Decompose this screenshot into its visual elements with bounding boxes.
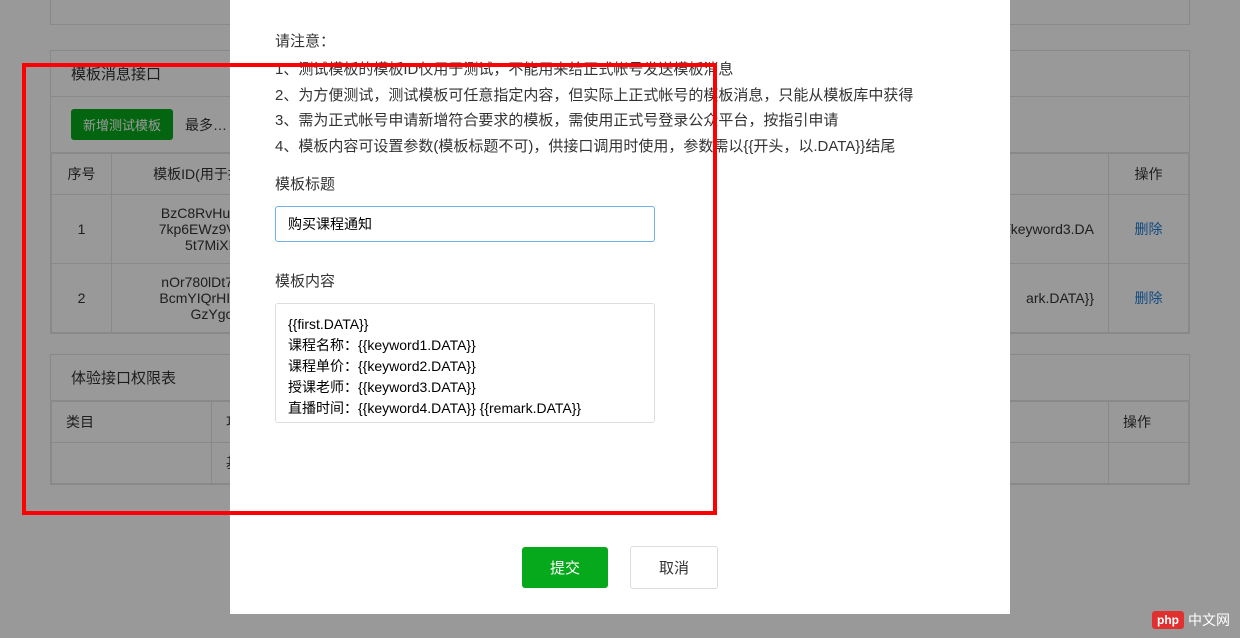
add-template-modal: 请注意： 1、测试模板的模板ID仅用于测试，不能用来给正式帐号发送模板消息 2、…	[230, 0, 1010, 614]
notice-item: 3、需为正式帐号申请新增符合要求的模板，需使用正式号登录公众平台，按指引申请	[275, 108, 965, 134]
notice-heading: 请注意：	[275, 30, 965, 51]
notice-item: 4、模板内容可设置参数(模板标题不可)，供接口调用时使用，参数需以{{开头，以.…	[275, 134, 965, 160]
modal-actions: 提交 取消	[275, 546, 965, 589]
template-title-label: 模板标题	[275, 173, 965, 194]
notice-list: 1、测试模板的模板ID仅用于测试，不能用来给正式帐号发送模板消息 2、为方便测试…	[275, 57, 965, 159]
template-content-textarea[interactable]	[275, 303, 655, 423]
submit-button[interactable]: 提交	[522, 547, 608, 588]
cancel-button[interactable]: 取消	[630, 546, 718, 589]
watermark-badge: php	[1152, 611, 1184, 629]
notice-item: 1、测试模板的模板ID仅用于测试，不能用来给正式帐号发送模板消息	[275, 57, 965, 83]
template-content-label: 模板内容	[275, 270, 965, 291]
watermark: php 中文网	[1152, 610, 1230, 630]
template-title-input[interactable]	[275, 206, 655, 242]
watermark-text: 中文网	[1188, 610, 1230, 630]
notice-item: 2、为方便测试，测试模板可任意指定内容，但实际上正式帐号的模板消息，只能从模板库…	[275, 83, 965, 109]
